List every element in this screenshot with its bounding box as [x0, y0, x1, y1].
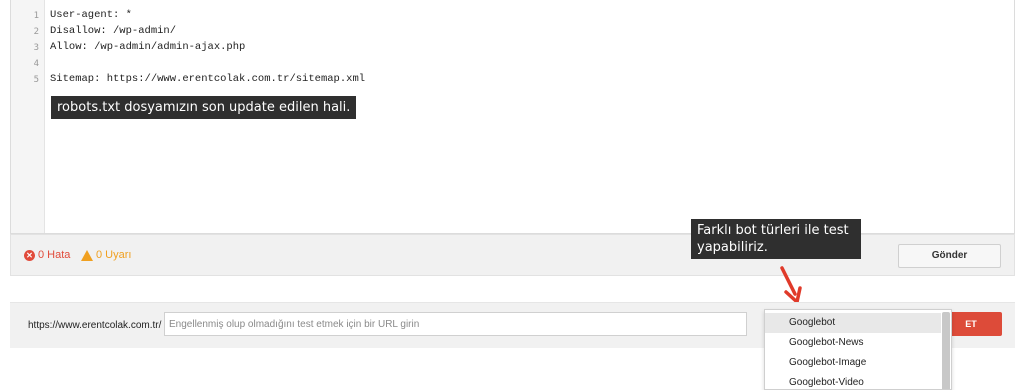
- warning-count: 0 Uyarı: [81, 249, 131, 261]
- dropdown-scrollbar[interactable]: [942, 312, 950, 389]
- error-count-label: 0 Hata: [38, 249, 71, 261]
- dropdown-option-googlebot[interactable]: Googlebot: [765, 313, 941, 333]
- bot-type-dropdown[interactable]: Googlebot Googlebot-News Googlebot-Image…: [764, 309, 952, 390]
- submit-button[interactable]: Gönder: [898, 244, 1001, 268]
- code-line[interactable]: Disallow: /wp-admin/: [50, 25, 176, 37]
- warning-icon: [81, 249, 93, 261]
- dropdown-option-googlebot-video[interactable]: Googlebot-Video: [765, 373, 941, 389]
- bot-annotation-line1: Farklı bot türleri ile test: [697, 223, 849, 238]
- warning-count-label: 0 Uyarı: [96, 249, 132, 261]
- line-number: 1: [33, 11, 39, 21]
- line-number: 3: [33, 43, 39, 53]
- code-line[interactable]: Sitemap: https://www.erentcolak.com.tr/s…: [50, 73, 365, 85]
- code-line[interactable]: User-agent: *: [50, 9, 132, 21]
- code-line[interactable]: Allow: /wp-admin/admin-ajax.php: [50, 41, 245, 53]
- status-bar: ✕ 0 Hata 0 Uyarı Gönder: [10, 234, 1015, 276]
- line-number-gutter: 1 2 3 4 5: [11, 0, 45, 233]
- arrow-down-icon: [780, 266, 802, 304]
- url-test-input[interactable]: [164, 312, 747, 336]
- error-icon: ✕: [24, 249, 35, 261]
- editor-annotation: robots.txt dosyamızın son update edilen …: [51, 96, 357, 119]
- url-prefix: https://www.erentcolak.com.tr/: [28, 320, 162, 331]
- line-number: 2: [33, 27, 39, 37]
- bot-annotation: Farklı bot türleri ile test yapabiliriz.: [691, 219, 861, 259]
- dropdown-option-googlebot-image[interactable]: Googlebot-Image: [765, 353, 941, 373]
- error-count: ✕ 0 Hata: [24, 249, 70, 261]
- line-number: 5: [33, 75, 39, 85]
- bot-annotation-line2: yapabiliriz.: [697, 240, 768, 255]
- dropdown-option-googlebot-news[interactable]: Googlebot-News: [765, 333, 941, 353]
- line-number: 4: [33, 59, 39, 69]
